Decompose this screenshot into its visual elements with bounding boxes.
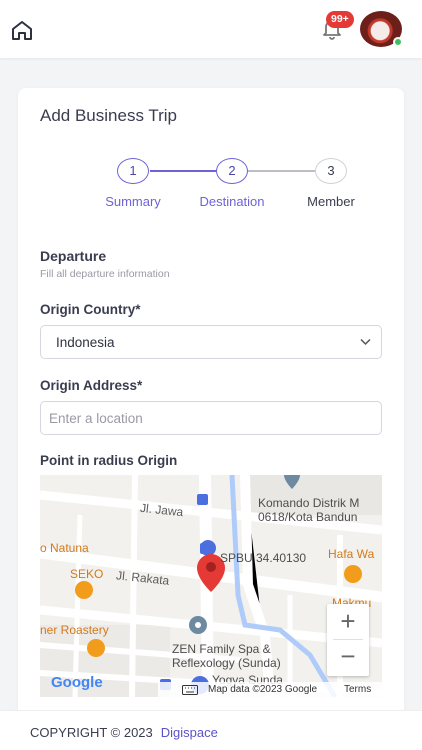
step-3-label[interactable]: Member bbox=[307, 194, 355, 209]
step-2-label[interactable]: Destination bbox=[199, 194, 264, 209]
map-label-komando: Komando Distrik M bbox=[258, 496, 360, 510]
footer: COPYRIGHT © 2023 Digispace bbox=[0, 710, 422, 750]
step-3-circle[interactable]: 3 bbox=[315, 158, 347, 184]
map[interactable]: Komando Distrik M 0618/Kota Bandun Jl. J… bbox=[40, 475, 382, 697]
zoom-controls: + − bbox=[327, 604, 369, 676]
map-label-spbu: SPBU 34.40130 bbox=[220, 551, 307, 565]
zoom-out-button[interactable]: − bbox=[327, 640, 369, 674]
google-logo: Google bbox=[51, 674, 103, 691]
map-label-natuna: o Natuna bbox=[40, 541, 89, 555]
origin-country-value: Indonesia bbox=[56, 335, 115, 350]
map-label-zen-2: Reflexology (Sunda) bbox=[172, 656, 281, 670]
footer-copyright: COPYRIGHT © 2023 Digispace bbox=[30, 725, 218, 740]
digispace-link[interactable]: Digispace bbox=[161, 725, 218, 740]
home-icon[interactable] bbox=[10, 19, 34, 41]
step-2-circle[interactable]: 2 bbox=[216, 158, 248, 184]
top-bar: 99+ bbox=[0, 0, 422, 58]
notification-badge: 99+ bbox=[326, 11, 354, 28]
online-status-dot bbox=[393, 37, 403, 47]
bus-stop-icon bbox=[197, 494, 208, 505]
origin-address-input[interactable] bbox=[40, 401, 382, 435]
page-title: Add Business Trip bbox=[40, 106, 178, 125]
section-subtitle: Fill all departure information bbox=[40, 268, 170, 280]
section-title: Departure bbox=[40, 248, 107, 264]
origin-country-select[interactable]: Indonesia bbox=[40, 325, 382, 359]
keyboard-icon[interactable] bbox=[182, 685, 198, 695]
map-label-zen: ZEN Family Spa & bbox=[172, 642, 271, 656]
chevron-down-icon bbox=[360, 338, 371, 346]
google-logo-text: Google bbox=[51, 674, 103, 691]
zoom-in-button[interactable]: + bbox=[327, 605, 369, 639]
map-terms-link[interactable]: Terms bbox=[344, 682, 371, 697]
copyright-text: COPYRIGHT © 2023 bbox=[30, 725, 153, 740]
map-label-komando-2: 0618/Kota Bandun bbox=[258, 510, 358, 524]
step-1-circle[interactable]: 1 bbox=[117, 158, 149, 184]
map-label: Point in radius Origin bbox=[40, 453, 178, 468]
origin-country-label: Origin Country* bbox=[40, 302, 141, 317]
step-1-label[interactable]: Summary bbox=[105, 194, 161, 209]
add-business-trip-card: Add Business Trip 1 2 3 Summary Destinat… bbox=[18, 88, 404, 728]
stepper-line-2 bbox=[248, 170, 316, 172]
map-label-seko: SEKO bbox=[70, 567, 104, 581]
stepper-line-1 bbox=[150, 170, 218, 172]
origin-address-label: Origin Address* bbox=[40, 378, 143, 393]
map-data-text: Map data ©2023 Google bbox=[208, 684, 318, 695]
map-label-roastery: ner Roastery bbox=[40, 623, 109, 637]
map-label-hafa: Hafa Wa bbox=[328, 547, 375, 561]
